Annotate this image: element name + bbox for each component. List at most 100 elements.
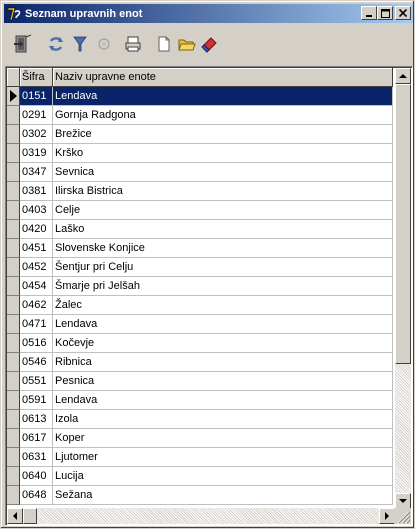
- cell-name[interactable]: Ribnica: [53, 353, 393, 372]
- cell-code[interactable]: 0462: [20, 296, 53, 315]
- cell-name[interactable]: Žalec: [53, 296, 393, 315]
- row-indicator[interactable]: [7, 296, 20, 315]
- cell-code[interactable]: 0613: [20, 410, 53, 429]
- table-row[interactable]: 0319 Krško: [7, 144, 394, 163]
- horizontal-scroll-thumb[interactable]: [23, 508, 37, 524]
- row-indicator[interactable]: [7, 87, 20, 106]
- table-row[interactable]: 0403 Celje: [7, 201, 394, 220]
- row-indicator[interactable]: [7, 106, 20, 125]
- row-indicator[interactable]: [7, 429, 20, 448]
- cell-name[interactable]: Lucija: [53, 467, 393, 486]
- cell-code[interactable]: 0403: [20, 201, 53, 220]
- clear-button[interactable]: [200, 32, 220, 56]
- cell-name[interactable]: Celje: [53, 201, 393, 220]
- cell-name[interactable]: Lendava: [53, 391, 393, 410]
- table-row[interactable]: 0291 Gornja Radgona: [7, 106, 394, 125]
- table-row[interactable]: 0451 Slovenske Konjice: [7, 239, 394, 258]
- row-indicator[interactable]: [7, 144, 20, 163]
- cell-code[interactable]: 0451: [20, 239, 53, 258]
- table-row[interactable]: 0631 Ljutomer: [7, 448, 394, 467]
- open-button[interactable]: [176, 32, 198, 56]
- table-row[interactable]: 0516 Kočevje: [7, 334, 394, 353]
- data-grid[interactable]: Šifra Naziv upravne enote 0151 Lendava 029…: [5, 66, 413, 526]
- vertical-scroll-thumb[interactable]: [395, 84, 411, 364]
- scroll-right-button[interactable]: [379, 508, 395, 524]
- cell-name[interactable]: Kočevje: [53, 334, 393, 353]
- cell-code[interactable]: 0452: [20, 258, 53, 277]
- vertical-scrollbar[interactable]: [395, 68, 411, 509]
- row-indicator[interactable]: [7, 220, 20, 239]
- table-row[interactable]: 0420 Laško: [7, 220, 394, 239]
- row-indicator[interactable]: [7, 448, 20, 467]
- table-row[interactable]: 0302 Brežice: [7, 125, 394, 144]
- cell-code[interactable]: 0591: [20, 391, 53, 410]
- maximize-button[interactable]: [377, 6, 393, 20]
- cell-code[interactable]: 0454: [20, 277, 53, 296]
- print-button[interactable]: [122, 32, 144, 56]
- cell-name[interactable]: Sežana: [53, 486, 393, 505]
- table-row[interactable]: 0591 Lendava: [7, 391, 394, 410]
- table-row[interactable]: 0617 Koper: [7, 429, 394, 448]
- horizontal-scrollbar[interactable]: [7, 508, 395, 524]
- table-row[interactable]: 0381 Ilirska Bistrica: [7, 182, 394, 201]
- cell-code[interactable]: 0420: [20, 220, 53, 239]
- cell-name[interactable]: Lendava: [53, 315, 393, 334]
- cell-code[interactable]: 0381: [20, 182, 53, 201]
- minimize-button[interactable]: [361, 6, 377, 20]
- cell-code[interactable]: 0302: [20, 125, 53, 144]
- cell-name[interactable]: Sevnica: [53, 163, 393, 182]
- cell-code[interactable]: 0648: [20, 486, 53, 505]
- cell-name[interactable]: Ilirska Bistrica: [53, 182, 393, 201]
- cell-code[interactable]: 0631: [20, 448, 53, 467]
- row-indicator[interactable]: [7, 201, 20, 220]
- row-indicator[interactable]: [7, 182, 20, 201]
- table-row[interactable]: 0551 Pesnica: [7, 372, 394, 391]
- cell-code[interactable]: 0291: [20, 106, 53, 125]
- table-row[interactable]: 0151 Lendava: [7, 87, 394, 106]
- title-bar[interactable]: Seznam upravnih enot: [4, 4, 413, 23]
- row-indicator[interactable]: [7, 486, 20, 505]
- row-indicator[interactable]: [7, 353, 20, 372]
- row-indicator[interactable]: [7, 467, 20, 486]
- refresh-button[interactable]: [46, 32, 66, 56]
- table-row[interactable]: 0648 Sežana: [7, 486, 394, 505]
- row-indicator[interactable]: [7, 372, 20, 391]
- row-indicator[interactable]: [7, 315, 20, 334]
- cell-code[interactable]: 0151: [20, 87, 53, 106]
- scroll-down-button[interactable]: [395, 493, 411, 509]
- row-indicator[interactable]: [7, 277, 20, 296]
- scroll-left-button[interactable]: [7, 508, 23, 524]
- row-indicator[interactable]: [7, 410, 20, 429]
- cell-name[interactable]: Šmarje pri Jelšah: [53, 277, 393, 296]
- cell-code[interactable]: 0546: [20, 353, 53, 372]
- close-button[interactable]: [395, 6, 411, 20]
- cell-name[interactable]: Lendava: [53, 87, 393, 106]
- cell-name[interactable]: Krško: [53, 144, 393, 163]
- table-row[interactable]: 0347 Sevnica: [7, 163, 394, 182]
- table-row[interactable]: 0613 Izola: [7, 410, 394, 429]
- table-row[interactable]: 0640 Lucija: [7, 467, 394, 486]
- cell-name[interactable]: Šentjur pri Celju: [53, 258, 393, 277]
- row-indicator[interactable]: [7, 334, 20, 353]
- column-header-name[interactable]: Naziv upravne enote: [53, 68, 393, 87]
- row-indicator[interactable]: [7, 391, 20, 410]
- filter-button[interactable]: [70, 32, 90, 56]
- cell-name[interactable]: Pesnica: [53, 372, 393, 391]
- cell-name[interactable]: Slovenske Konjice: [53, 239, 393, 258]
- scroll-up-button[interactable]: [395, 68, 411, 84]
- table-row[interactable]: 0546 Ribnica: [7, 353, 394, 372]
- cell-code[interactable]: 0516: [20, 334, 53, 353]
- cell-code[interactable]: 0640: [20, 467, 53, 486]
- cell-name[interactable]: Koper: [53, 429, 393, 448]
- cell-name[interactable]: Laško: [53, 220, 393, 239]
- cell-code[interactable]: 0551: [20, 372, 53, 391]
- exit-button[interactable]: [10, 32, 36, 56]
- cell-code[interactable]: 0471: [20, 315, 53, 334]
- cell-code[interactable]: 0347: [20, 163, 53, 182]
- row-indicator[interactable]: [7, 258, 20, 277]
- table-row[interactable]: 0471 Lendava: [7, 315, 394, 334]
- cell-name[interactable]: Gornja Radgona: [53, 106, 393, 125]
- cell-name[interactable]: Ljutomer: [53, 448, 393, 467]
- row-indicator[interactable]: [7, 163, 20, 182]
- column-header-code[interactable]: Šifra: [20, 68, 53, 87]
